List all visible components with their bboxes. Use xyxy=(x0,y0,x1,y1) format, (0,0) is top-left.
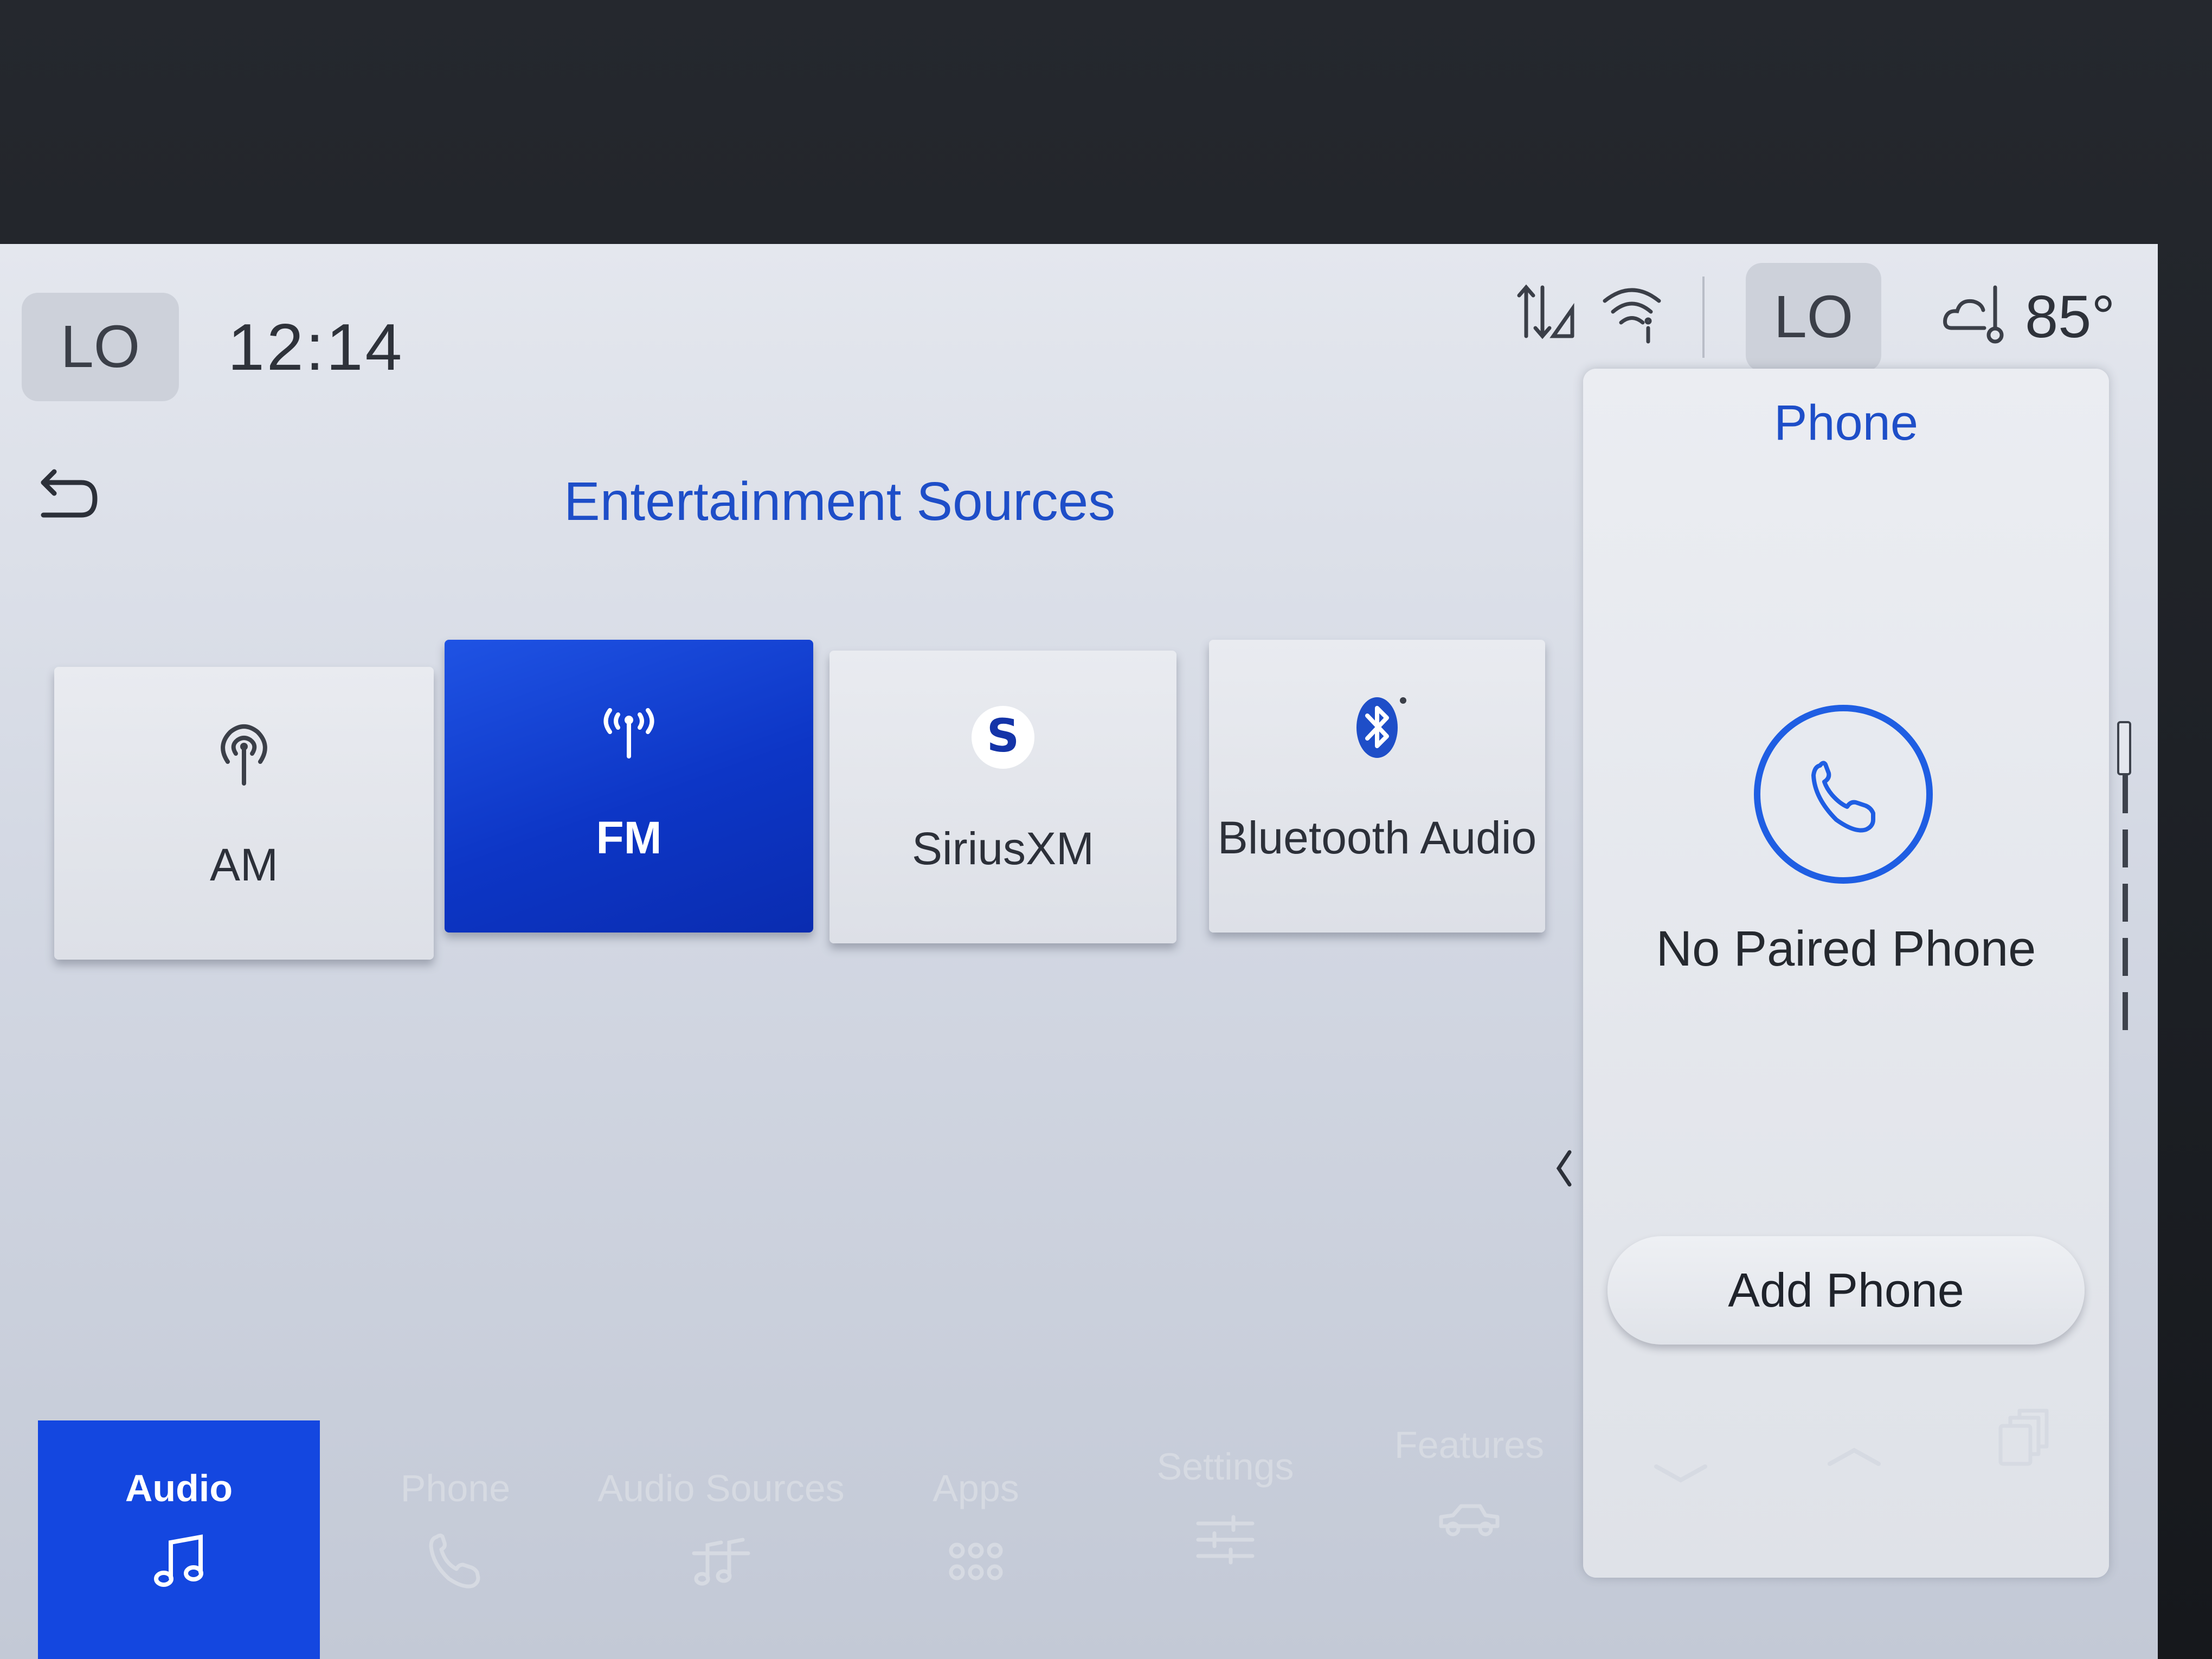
source-label: Bluetooth Audio xyxy=(1217,812,1537,863)
bluetooth-icon xyxy=(1356,697,1406,758)
status-divider xyxy=(1702,276,1705,358)
nav-phone[interactable]: Phone xyxy=(347,1420,564,1659)
scroll-thumb[interactable] xyxy=(2117,721,2131,775)
radio-signal-icon xyxy=(603,708,654,758)
siriusxm-logo-icon: S xyxy=(972,706,1034,769)
phone-icon xyxy=(429,1533,480,1589)
outside-temperature: 85° xyxy=(2025,284,2115,350)
chevron-down-icon[interactable] xyxy=(1648,1442,1713,1507)
phone-icon xyxy=(1811,761,1875,833)
data-transfer-icon xyxy=(1517,284,1574,339)
nav-label: Audio xyxy=(125,1467,233,1509)
wifi-info-icon xyxy=(1603,288,1661,344)
back-arrow-icon[interactable] xyxy=(27,461,103,531)
nav-features[interactable]: Features xyxy=(1366,1377,1572,1616)
nav-label: Settings xyxy=(1156,1445,1294,1488)
audio-sources-icon xyxy=(692,1538,750,1586)
passenger-climate-button[interactable]: LO xyxy=(1746,263,1881,371)
chevron-left-icon[interactable] xyxy=(1551,1144,1578,1193)
add-phone-button[interactable]: Add Phone xyxy=(1607,1236,2085,1345)
nav-settings[interactable]: Settings xyxy=(1128,1399,1323,1637)
nav-label: Audio Sources xyxy=(597,1467,845,1509)
nav-label: Apps xyxy=(933,1467,1019,1509)
chevron-up-icon[interactable] xyxy=(1822,1426,1887,1491)
phone-panel: Phone No Paired Phone Add Phone xyxy=(1583,369,2109,1578)
nav-audio[interactable]: Audio xyxy=(38,1420,320,1659)
source-tile-am[interactable]: AM xyxy=(54,667,434,960)
nav-label: Phone xyxy=(400,1467,511,1509)
source-tile-siriusxm[interactable]: S SiriusXM xyxy=(829,651,1176,943)
source-label: AM xyxy=(210,839,278,890)
apps-grid-icon xyxy=(949,1542,1003,1580)
clock: 12:14 xyxy=(228,310,404,384)
vehicle-icon xyxy=(1439,1504,1500,1536)
page-title: Entertainment Sources xyxy=(564,471,1116,532)
music-note-icon xyxy=(154,1534,203,1587)
source-tiles: AM FM S SiriusXM Bluetooth Audio xyxy=(33,640,1567,960)
weather-thermometer-icon xyxy=(1943,285,2004,344)
source-label: SiriusXM xyxy=(911,823,1095,874)
nav-label: Features xyxy=(1394,1424,1545,1466)
bottom-navigation: Audio Phone Audio Sources Apps Settings … xyxy=(0,1409,2212,1659)
cards-icon[interactable] xyxy=(1990,1404,2055,1469)
nav-audio-sources[interactable]: Audio Sources xyxy=(596,1420,846,1659)
svg-text:S: S xyxy=(987,709,1020,762)
phone-call-button[interactable] xyxy=(1754,705,1933,884)
source-tile-bluetooth-audio[interactable]: Bluetooth Audio xyxy=(1209,640,1545,933)
nav-apps[interactable]: Apps xyxy=(878,1420,1073,1659)
sliders-icon xyxy=(1196,1515,1255,1565)
phone-status: No Paired Phone xyxy=(1656,921,2036,976)
source-tile-fm[interactable]: FM xyxy=(445,640,813,933)
phone-panel-title: Phone xyxy=(1773,395,1919,451)
source-label: FM xyxy=(596,812,662,863)
driver-climate-button[interactable]: LO xyxy=(22,293,179,401)
antenna-icon xyxy=(221,724,267,786)
